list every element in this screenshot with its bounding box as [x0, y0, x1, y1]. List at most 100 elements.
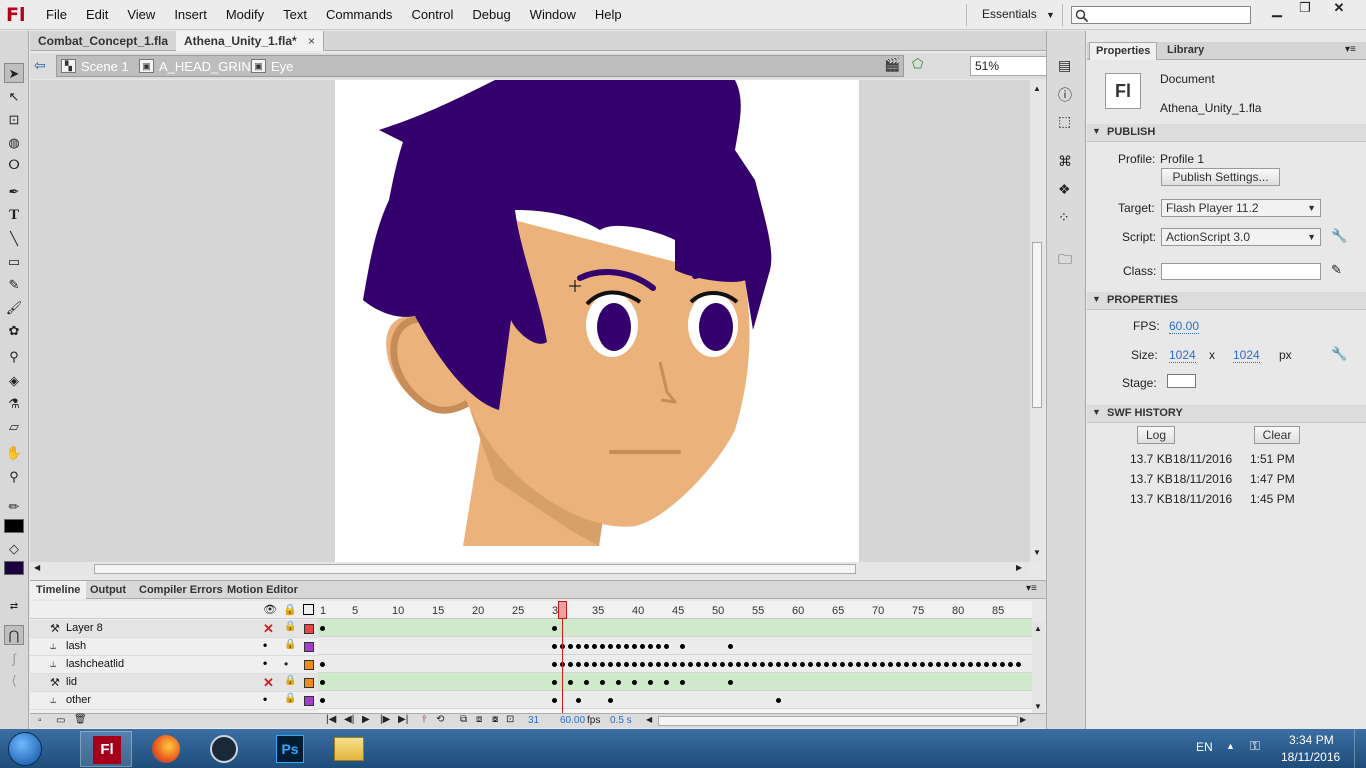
lock-icon[interactable]: 🔒 [284, 621, 296, 632]
close-tab-icon[interactable]: × [308, 34, 315, 48]
eyedropper-tool-icon[interactable]: ⚗ [4, 394, 24, 414]
step-back-icon[interactable]: ◀| [344, 714, 354, 725]
lock-icon[interactable]: 🔒 [284, 639, 296, 650]
keyframe-marker[interactable] [720, 662, 725, 667]
stage-height-value[interactable]: 1024 [1233, 348, 1260, 363]
timeline-layer-row[interactable]: ⥿ lashcheatlid • • [30, 656, 318, 674]
center-frame-icon[interactable]: ⫯ [422, 714, 426, 725]
keyframe-marker[interactable] [968, 662, 973, 667]
close-window-button[interactable]: ✕ [1324, 0, 1354, 20]
script-select[interactable]: ActionScript 3.0 ▼ [1161, 228, 1321, 246]
stage-width-value[interactable]: 1024 [1169, 348, 1196, 363]
zoom-tool-icon[interactable]: ⚲ [4, 467, 24, 487]
menu-insert[interactable]: Insert [174, 7, 207, 22]
keyframe-marker[interactable] [808, 662, 813, 667]
target-select[interactable]: Flash Player 11.2 ▼ [1161, 199, 1321, 217]
layer-outline-swatch[interactable] [304, 678, 314, 688]
keyframe-marker[interactable] [944, 662, 949, 667]
keyframe-marker[interactable] [680, 644, 685, 649]
keyframe-marker[interactable] [320, 662, 325, 667]
layer-outline-swatch[interactable] [304, 696, 314, 706]
tab-output[interactable]: Output [84, 581, 132, 599]
taskbar-photoshop-app[interactable]: Ps [264, 731, 316, 767]
brush-tool-icon[interactable]: 🖌 [4, 298, 24, 318]
keyframe-marker[interactable] [552, 680, 557, 685]
keyframe-marker[interactable] [888, 662, 893, 667]
tab-athena-unity[interactable]: Athena_Unity_1.fla* × [176, 31, 325, 51]
log-button[interactable]: Log [1137, 426, 1175, 444]
keyframe-marker[interactable] [584, 644, 589, 649]
keyframe-marker[interactable] [704, 662, 709, 667]
restore-button[interactable]: ❐ [1290, 0, 1320, 20]
keyframe-marker[interactable] [616, 662, 621, 667]
clock-time[interactable]: 3:34 PM [1289, 733, 1334, 747]
new-folder-icon[interactable]: ▭ [56, 715, 65, 726]
keyframe-marker[interactable] [552, 644, 557, 649]
keyframe-marker[interactable] [552, 698, 557, 703]
lock-all-icon[interactable]: 🔒 [283, 603, 297, 616]
swf-history-section-header[interactable]: ▼ SWF HISTORY [1087, 405, 1366, 423]
snap-to-objects-icon[interactable]: ⋂ [4, 625, 24, 645]
tab-compiler-errors[interactable]: Compiler Errors [133, 581, 229, 599]
keyframe-marker[interactable] [928, 662, 933, 667]
delete-layer-icon[interactable]: 🗑 [74, 714, 87, 725]
vertical-scroll-thumb[interactable] [1032, 242, 1042, 408]
wrench-icon[interactable]: 🔧 [1331, 346, 1347, 362]
keyframe-marker[interactable] [800, 662, 805, 667]
scroll-down-icon[interactable]: ▼ [1034, 702, 1042, 711]
keyframe-marker[interactable] [712, 662, 717, 667]
keyframe-marker[interactable] [784, 662, 789, 667]
components-panel-icon[interactable]: ❖ [1058, 181, 1071, 198]
menu-edit[interactable]: Edit [86, 7, 108, 22]
menu-view[interactable]: View [127, 7, 155, 22]
layer-name[interactable]: lash [66, 640, 86, 652]
scroll-left-icon[interactable]: ◀ [34, 563, 40, 572]
paint-bucket-tool-icon[interactable]: ◈ [4, 371, 24, 391]
scroll-left-icon[interactable]: ◀ [646, 715, 652, 724]
clock-date[interactable]: 18/11/2016 [1281, 750, 1340, 764]
keyframe-marker[interactable] [872, 662, 877, 667]
keyframe-marker[interactable] [320, 626, 325, 631]
straighten-icon[interactable]: ⟨ [4, 671, 24, 691]
keyframe-marker[interactable] [568, 662, 573, 667]
onion-skin-icon[interactable]: ⧉ [460, 714, 467, 725]
keyframe-marker[interactable] [600, 680, 605, 685]
playhead[interactable] [558, 601, 567, 619]
taskbar-flash-app[interactable]: Fl [80, 731, 132, 767]
horizontal-scroll-thumb[interactable] [94, 564, 856, 574]
frame-track[interactable] [318, 691, 1032, 709]
layer-name[interactable]: lid [66, 676, 77, 688]
keyframe-marker[interactable] [688, 662, 693, 667]
show-desktop-button[interactable] [1354, 729, 1366, 768]
network-icon[interactable]: ⚿ [1250, 738, 1260, 754]
keyframe-marker[interactable] [664, 662, 669, 667]
fill-color-icon[interactable]: ◇ [4, 539, 24, 559]
keyframe-marker[interactable] [608, 698, 613, 703]
keyframe-marker[interactable] [768, 662, 773, 667]
taskbar-explorer-app[interactable] [322, 731, 374, 767]
frame-track[interactable] [318, 637, 1032, 655]
keyframe-marker[interactable] [600, 644, 605, 649]
horizontal-scrollbar[interactable]: ◀ ▶ [30, 562, 1030, 576]
frame-tracks[interactable] [318, 619, 1032, 713]
class-input[interactable] [1161, 263, 1321, 280]
keyframe-marker[interactable] [984, 662, 989, 667]
show-hide-all-icon[interactable]: 👁 [263, 603, 277, 616]
unlocked-dot-icon[interactable]: • [284, 657, 288, 671]
keyframe-marker[interactable] [648, 680, 653, 685]
layer-outline-swatch[interactable] [304, 624, 314, 634]
stage-color-swatch[interactable] [1167, 374, 1196, 388]
keyframe-marker[interactable] [608, 662, 613, 667]
keyframe-marker[interactable] [728, 680, 733, 685]
info-panel-icon[interactable]: ⓘ [1058, 85, 1072, 105]
keyframe-marker[interactable] [632, 680, 637, 685]
keyframe-marker[interactable] [1000, 662, 1005, 667]
timeline-frames[interactable]: 1510152025303540455055606570758085 [318, 601, 1032, 713]
actions-panel-icon[interactable]: ⌘ [1058, 153, 1072, 170]
layer-outline-swatch[interactable] [304, 660, 314, 670]
timeline-layer-row[interactable]: ⥿ other • 🔒 [30, 692, 318, 710]
keyframe-marker[interactable] [672, 662, 677, 667]
pen-tool-icon[interactable]: ✒ [4, 182, 24, 202]
keyframe-marker[interactable] [816, 662, 821, 667]
keyframe-marker[interactable] [568, 680, 573, 685]
